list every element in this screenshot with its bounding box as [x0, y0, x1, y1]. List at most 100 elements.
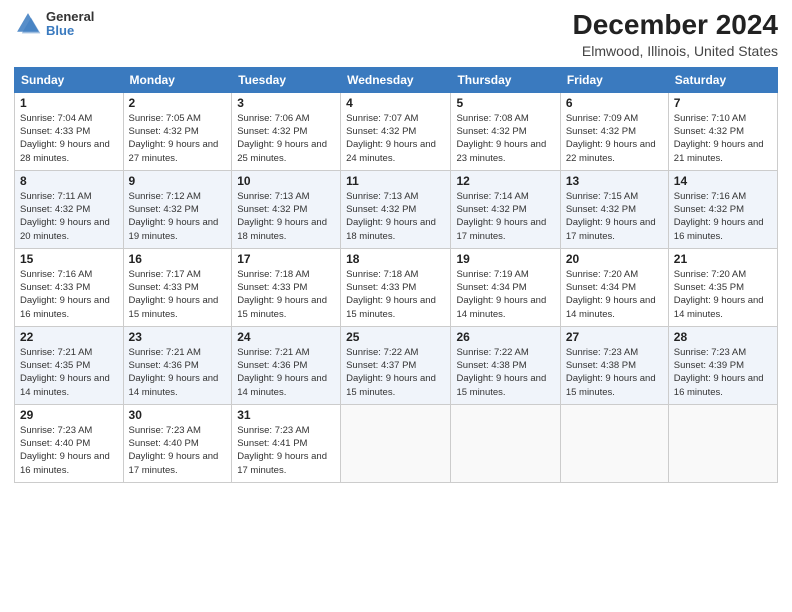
calendar-row-4: 22 Sunrise: 7:21 AMSunset: 4:35 PMDayligh…: [15, 326, 778, 404]
day-number: 21: [674, 252, 772, 266]
day-number: 23: [129, 330, 227, 344]
calendar-cell: 23 Sunrise: 7:21 AMSunset: 4:36 PMDayligh…: [123, 326, 232, 404]
col-header-monday: Monday: [123, 67, 232, 92]
header: General Blue December 2024 Elmwood, Illi…: [14, 10, 778, 59]
col-header-sunday: Sunday: [15, 67, 124, 92]
day-number: 27: [566, 330, 663, 344]
day-info: Sunrise: 7:23 AMSunset: 4:38 PMDaylight:…: [566, 346, 663, 399]
day-info: Sunrise: 7:09 AMSunset: 4:32 PMDaylight:…: [566, 112, 663, 165]
day-info: Sunrise: 7:21 AMSunset: 4:36 PMDaylight:…: [237, 346, 335, 399]
day-info: Sunrise: 7:16 AMSunset: 4:33 PMDaylight:…: [20, 268, 118, 321]
day-number: 12: [456, 174, 554, 188]
day-info: Sunrise: 7:20 AMSunset: 4:35 PMDaylight:…: [674, 268, 772, 321]
calendar-cell: 4Sunrise: 7:07 AMSunset: 4:32 PMDaylight…: [341, 92, 451, 170]
day-number: 10: [237, 174, 335, 188]
day-info: Sunrise: 7:22 AMSunset: 4:38 PMDaylight:…: [456, 346, 554, 399]
calendar-cell: 28Sunrise: 7:23 AMSunset: 4:39 PMDayligh…: [668, 326, 777, 404]
day-info: Sunrise: 7:13 AMSunset: 4:32 PMDaylight:…: [346, 190, 445, 243]
day-number: 19: [456, 252, 554, 266]
calendar: SundayMondayTuesdayWednesdayThursdayFrid…: [14, 67, 778, 483]
day-number: 22: [20, 330, 118, 344]
day-number: 9: [129, 174, 227, 188]
col-header-friday: Friday: [560, 67, 668, 92]
calendar-cell: 8 Sunrise: 7:11 AMSunset: 4:32 PMDaylight…: [15, 170, 124, 248]
day-number: 8: [20, 174, 118, 188]
day-number: 20: [566, 252, 663, 266]
calendar-cell: 21 Sunrise: 7:20 AMSunset: 4:35 PMDayligh…: [668, 248, 777, 326]
day-number: 18: [346, 252, 445, 266]
calendar-cell: 14 Sunrise: 7:16 AMSunset: 4:32 PMDayligh…: [668, 170, 777, 248]
day-number: 17: [237, 252, 335, 266]
day-number: 25: [346, 330, 445, 344]
logo-text: General Blue: [46, 10, 94, 39]
calendar-cell: 24 Sunrise: 7:21 AMSunset: 4:36 PMDayligh…: [232, 326, 341, 404]
col-header-saturday: Saturday: [668, 67, 777, 92]
day-info: Sunrise: 7:07 AMSunset: 4:32 PMDaylight:…: [346, 112, 445, 165]
calendar-cell: 10 Sunrise: 7:13 AMSunset: 4:32 PMDayligh…: [232, 170, 341, 248]
calendar-cell: 6 Sunrise: 7:09 AMSunset: 4:32 PMDaylight…: [560, 92, 668, 170]
calendar-cell: 12 Sunrise: 7:14 AMSunset: 4:32 PMDayligh…: [451, 170, 560, 248]
day-info: Sunrise: 7:20 AMSunset: 4:34 PMDaylight:…: [566, 268, 663, 321]
day-info: Sunrise: 7:14 AMSunset: 4:32 PMDaylight:…: [456, 190, 554, 243]
calendar-cell: [560, 404, 668, 482]
day-number: 3: [237, 96, 335, 110]
day-number: 26: [456, 330, 554, 344]
calendar-cell: [668, 404, 777, 482]
calendar-cell: 9 Sunrise: 7:12 AMSunset: 4:32 PMDaylight…: [123, 170, 232, 248]
calendar-row-5: 29Sunrise: 7:23 AMSunset: 4:40 PMDayligh…: [15, 404, 778, 482]
calendar-row-2: 8 Sunrise: 7:11 AMSunset: 4:32 PMDaylight…: [15, 170, 778, 248]
day-number: 13: [566, 174, 663, 188]
calendar-cell: 19 Sunrise: 7:19 AMSunset: 4:34 PMDayligh…: [451, 248, 560, 326]
calendar-cell: 18 Sunrise: 7:18 AMSunset: 4:33 PMDayligh…: [341, 248, 451, 326]
day-number: 1: [20, 96, 118, 110]
day-info: Sunrise: 7:23 AMSunset: 4:41 PMDaylight:…: [237, 424, 335, 477]
day-number: 6: [566, 96, 663, 110]
calendar-cell: 7Sunrise: 7:10 AMSunset: 4:32 PMDaylight…: [668, 92, 777, 170]
calendar-cell: 5 Sunrise: 7:08 AMSunset: 4:32 PMDaylight…: [451, 92, 560, 170]
calendar-cell: 22 Sunrise: 7:21 AMSunset: 4:35 PMDayligh…: [15, 326, 124, 404]
day-number: 30: [129, 408, 227, 422]
title-block: December 2024 Elmwood, Illinois, United …: [573, 10, 778, 59]
calendar-cell: 2 Sunrise: 7:05 AMSunset: 4:32 PMDaylight…: [123, 92, 232, 170]
subtitle: Elmwood, Illinois, United States: [573, 43, 778, 59]
day-info: Sunrise: 7:16 AMSunset: 4:32 PMDaylight:…: [674, 190, 772, 243]
day-info: Sunrise: 7:23 AMSunset: 4:40 PMDaylight:…: [20, 424, 118, 477]
col-header-thursday: Thursday: [451, 67, 560, 92]
day-info: Sunrise: 7:15 AMSunset: 4:32 PMDaylight:…: [566, 190, 663, 243]
day-info: Sunrise: 7:08 AMSunset: 4:32 PMDaylight:…: [456, 112, 554, 165]
day-info: Sunrise: 7:21 AMSunset: 4:35 PMDaylight:…: [20, 346, 118, 399]
day-number: 16: [129, 252, 227, 266]
day-info: Sunrise: 7:11 AMSunset: 4:32 PMDaylight:…: [20, 190, 118, 243]
day-number: 5: [456, 96, 554, 110]
calendar-cell: 11Sunrise: 7:13 AMSunset: 4:32 PMDayligh…: [341, 170, 451, 248]
main-title: December 2024: [573, 10, 778, 41]
day-number: 24: [237, 330, 335, 344]
calendar-row-1: 1 Sunrise: 7:04 AMSunset: 4:33 PMDaylight…: [15, 92, 778, 170]
calendar-row-3: 15 Sunrise: 7:16 AMSunset: 4:33 PMDayligh…: [15, 248, 778, 326]
calendar-cell: 29Sunrise: 7:23 AMSunset: 4:40 PMDayligh…: [15, 404, 124, 482]
calendar-cell: 13 Sunrise: 7:15 AMSunset: 4:32 PMDayligh…: [560, 170, 668, 248]
day-number: 2: [129, 96, 227, 110]
calendar-cell: 16 Sunrise: 7:17 AMSunset: 4:33 PMDayligh…: [123, 248, 232, 326]
header-row: SundayMondayTuesdayWednesdayThursdayFrid…: [15, 67, 778, 92]
day-info: Sunrise: 7:21 AMSunset: 4:36 PMDaylight:…: [129, 346, 227, 399]
day-info: Sunrise: 7:13 AMSunset: 4:32 PMDaylight:…: [237, 190, 335, 243]
calendar-cell: 3 Sunrise: 7:06 AMSunset: 4:32 PMDaylight…: [232, 92, 341, 170]
day-info: Sunrise: 7:18 AMSunset: 4:33 PMDaylight:…: [346, 268, 445, 321]
calendar-cell: 15 Sunrise: 7:16 AMSunset: 4:33 PMDayligh…: [15, 248, 124, 326]
day-info: Sunrise: 7:06 AMSunset: 4:32 PMDaylight:…: [237, 112, 335, 165]
day-info: Sunrise: 7:19 AMSunset: 4:34 PMDaylight:…: [456, 268, 554, 321]
calendar-cell: 26 Sunrise: 7:22 AMSunset: 4:38 PMDayligh…: [451, 326, 560, 404]
day-number: 14: [674, 174, 772, 188]
logo: General Blue: [14, 10, 94, 39]
day-info: Sunrise: 7:17 AMSunset: 4:33 PMDaylight:…: [129, 268, 227, 321]
calendar-cell: [451, 404, 560, 482]
calendar-cell: 20 Sunrise: 7:20 AMSunset: 4:34 PMDayligh…: [560, 248, 668, 326]
day-info: Sunrise: 7:04 AMSunset: 4:33 PMDaylight:…: [20, 112, 118, 165]
day-info: Sunrise: 7:12 AMSunset: 4:32 PMDaylight:…: [129, 190, 227, 243]
day-info: Sunrise: 7:05 AMSunset: 4:32 PMDaylight:…: [129, 112, 227, 165]
day-number: 15: [20, 252, 118, 266]
day-info: Sunrise: 7:23 AMSunset: 4:39 PMDaylight:…: [674, 346, 772, 399]
day-info: Sunrise: 7:10 AMSunset: 4:32 PMDaylight:…: [674, 112, 772, 165]
calendar-cell: 1 Sunrise: 7:04 AMSunset: 4:33 PMDaylight…: [15, 92, 124, 170]
